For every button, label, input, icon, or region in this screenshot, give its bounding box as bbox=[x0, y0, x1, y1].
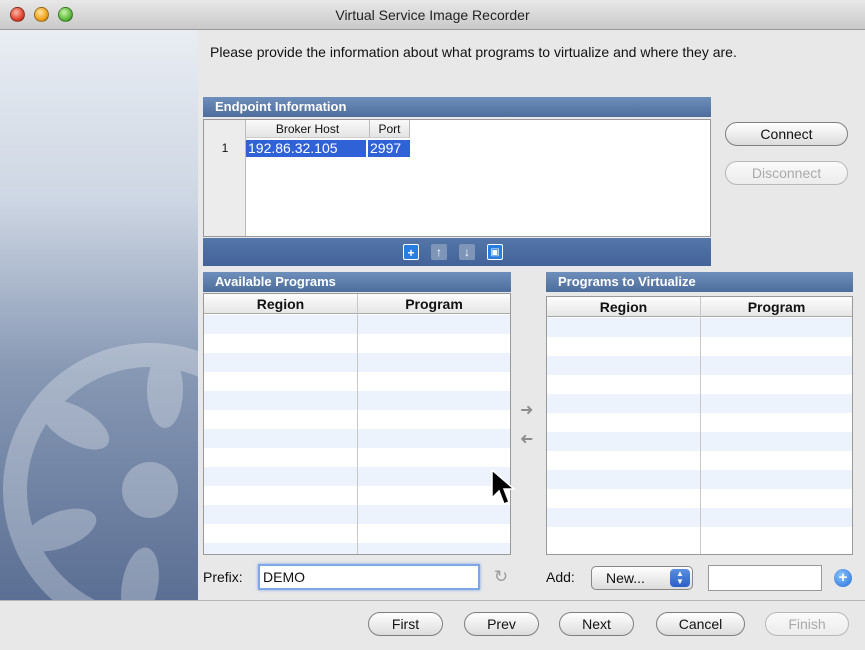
delete-icon[interactable]: ▣ bbox=[487, 244, 503, 260]
available-programs-table[interactable]: Region Program bbox=[203, 293, 511, 555]
add-icon[interactable]: + bbox=[403, 244, 419, 260]
disconnect-button[interactable]: Disconnect bbox=[725, 161, 848, 185]
endpoint-section-header: Endpoint Information bbox=[203, 97, 711, 117]
add-type-select[interactable]: New... ▲ ▼ bbox=[591, 566, 693, 590]
programs-to-virtualize-table[interactable]: Region Program bbox=[546, 296, 853, 555]
cancel-button[interactable]: Cancel bbox=[656, 612, 745, 636]
add-label: Add: bbox=[546, 569, 575, 585]
title-bar: Virtual Service Image Recorder bbox=[0, 0, 865, 30]
move-up-icon[interactable]: ↑ bbox=[431, 244, 447, 260]
move-left-arrow-icon[interactable]: ➜ bbox=[520, 429, 533, 449]
main-panel: Please provide the information about wha… bbox=[198, 30, 865, 600]
prefix-label: Prefix: bbox=[203, 569, 243, 585]
row-number: 1 bbox=[221, 141, 229, 155]
film-reel-graphic bbox=[3, 343, 198, 600]
virtualize-program-column-header[interactable]: Program bbox=[701, 297, 852, 317]
endpoint-toolbar: + ↑ ↓ ▣ bbox=[203, 238, 711, 266]
first-button[interactable]: First bbox=[368, 612, 443, 636]
side-banner bbox=[0, 30, 198, 600]
port-column-header[interactable]: Port bbox=[370, 120, 410, 138]
broker-host-column-header[interactable]: Broker Host bbox=[246, 120, 370, 138]
prefix-input[interactable]: DEMO bbox=[258, 564, 480, 590]
available-program-column-header[interactable]: Program bbox=[358, 294, 510, 314]
add-type-select-value: New... bbox=[606, 570, 645, 586]
connect-button[interactable]: Connect bbox=[725, 122, 848, 146]
refresh-icon[interactable]: ↻ bbox=[492, 568, 510, 586]
instructions-text: Please provide the information about wha… bbox=[210, 44, 737, 60]
available-region-column-header[interactable]: Region bbox=[204, 294, 357, 314]
move-right-arrow-icon[interactable]: ➜ bbox=[520, 400, 533, 420]
broker-host-cell[interactable]: 192.86.32.105 bbox=[246, 140, 366, 157]
virtualize-region-column-header[interactable]: Region bbox=[547, 297, 700, 317]
endpoint-table[interactable]: Broker Host Port 1 192.86.32.105 2997 bbox=[203, 119, 711, 237]
window-title: Virtual Service Image Recorder bbox=[335, 7, 530, 23]
wizard-nav-bar: First Prev Next Cancel Finish bbox=[0, 600, 865, 650]
add-input[interactable] bbox=[708, 565, 822, 591]
move-down-icon[interactable]: ↓ bbox=[459, 244, 475, 260]
add-plus-icon[interactable]: + bbox=[834, 569, 852, 587]
programs-to-virtualize-header: Programs to Virtualize bbox=[546, 272, 853, 292]
select-stepper-icon: ▲ ▼ bbox=[670, 569, 690, 587]
mouse-cursor-icon bbox=[491, 468, 516, 505]
available-programs-header: Available Programs bbox=[203, 272, 511, 292]
next-button[interactable]: Next bbox=[559, 612, 634, 636]
prev-button[interactable]: Prev bbox=[464, 612, 539, 636]
finish-button[interactable]: Finish bbox=[765, 612, 849, 636]
row-number-column bbox=[204, 120, 246, 236]
port-cell[interactable]: 2997 bbox=[368, 140, 410, 157]
